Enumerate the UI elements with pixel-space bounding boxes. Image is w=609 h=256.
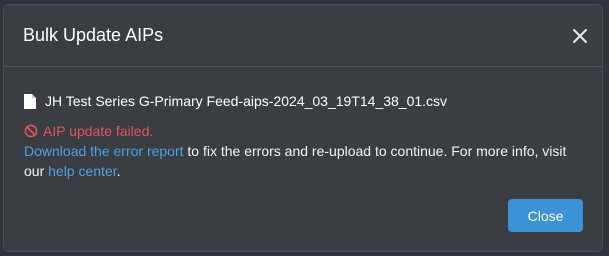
bulk-update-modal: Bulk Update AIPs JH Test Series G-Primar… xyxy=(3,4,603,252)
info-message: Download the error report to fix the err… xyxy=(24,141,586,181)
error-message: AIP update failed. xyxy=(24,121,586,141)
close-button[interactable]: Close xyxy=(508,199,583,232)
error-text: AIP update failed. xyxy=(43,123,154,139)
file-row: JH Test Series G-Primary Feed-aips-2024_… xyxy=(24,91,586,111)
modal-title: Bulk Update AIPs xyxy=(23,25,164,45)
modal-header: Bulk Update AIPs xyxy=(4,5,602,67)
download-error-report-link[interactable]: Download the error report xyxy=(24,143,184,159)
ban-icon xyxy=(24,124,38,138)
help-center-link[interactable]: help center xyxy=(48,163,117,179)
file-icon xyxy=(24,93,36,109)
close-icon[interactable] xyxy=(570,26,590,46)
info-text-end: . xyxy=(116,163,121,179)
file-name: JH Test Series G-Primary Feed-aips-2024_… xyxy=(45,93,448,109)
modal-body: JH Test Series G-Primary Feed-aips-2024_… xyxy=(24,91,586,181)
